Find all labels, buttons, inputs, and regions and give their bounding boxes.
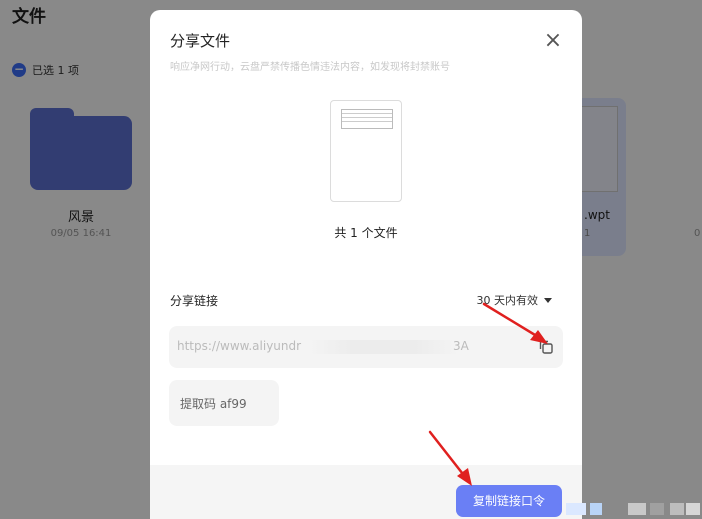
dialog-notice: 响应净网行动，云盘严禁传播色情违法内容，如发现将封禁账号	[170, 62, 450, 73]
link-blurred-region	[309, 340, 459, 354]
dialog-title: 分享文件	[170, 32, 231, 50]
extract-code-field[interactable]: 提取码 af99	[169, 380, 279, 426]
share-dialog: 分享文件 响应净网行动，云盘严禁传播色情违法内容，如发现将封禁账号 × 共 1 …	[150, 10, 582, 519]
close-icon[interactable]: ×	[542, 30, 564, 52]
blurred-region	[566, 500, 702, 519]
file-count: 共 1 个文件	[334, 226, 398, 240]
document-thumbnail	[330, 100, 402, 202]
share-link-text: https://www.aliyundr	[177, 339, 302, 353]
extract-code-text: 提取码 af99	[180, 397, 247, 411]
dialog-footer: 复制链接口令	[150, 465, 582, 519]
share-link-label: 分享链接	[170, 294, 219, 308]
share-link-tail: 3A	[453, 339, 469, 353]
annotation-arrow-icon	[482, 302, 548, 344]
annotation-arrow-icon	[428, 430, 472, 486]
